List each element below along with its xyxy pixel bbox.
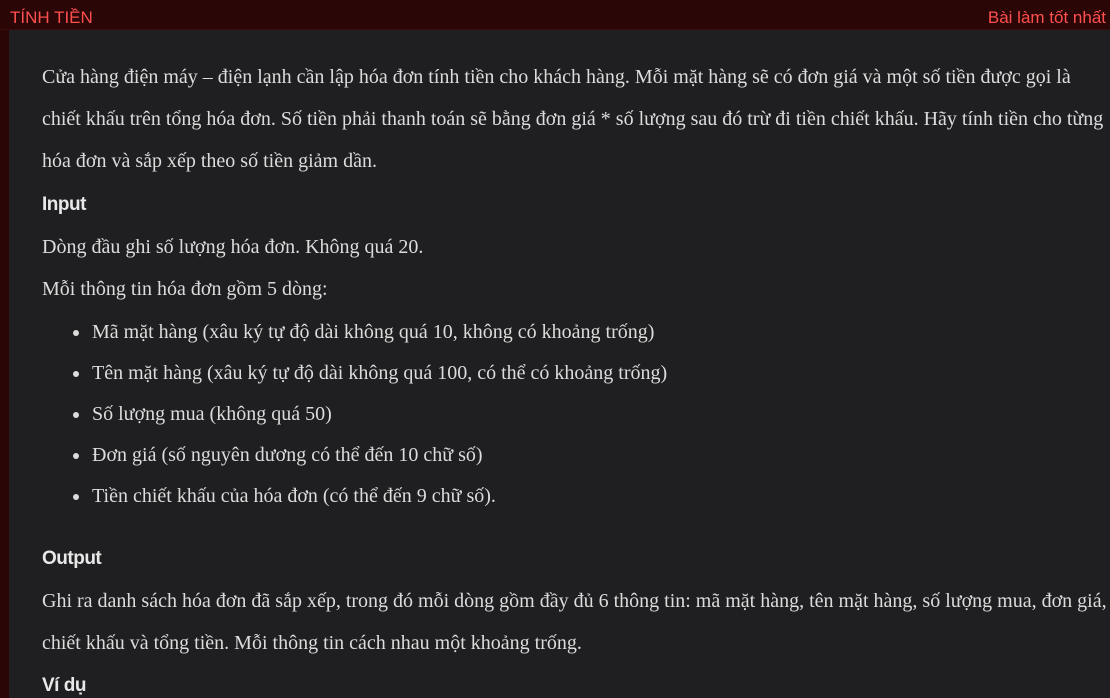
output-description: Ghi ra danh sách hóa đơn đã sắp xếp, tro…: [42, 590, 1107, 654]
input-line-count: Dòng đầu ghi số lượng hóa đơn. Không quá…: [42, 236, 424, 258]
example-heading: Ví dụ: [42, 675, 86, 696]
problem-description: Cửa hàng điện máy – điện lạnh cần lập hó…: [42, 66, 1104, 172]
output-heading: Output: [42, 548, 102, 569]
input-field-list: Mã mặt hàng (xâu ký tự độ dài không quá …: [42, 312, 667, 517]
input-heading: Input: [42, 194, 86, 215]
problem-title: TÍNH TIỀN: [10, 8, 93, 27]
list-item: Tiền chiết khấu của hóa đơn (có thể đến …: [42, 476, 667, 517]
list-item: Mã mặt hàng (xâu ký tự độ dài không quá …: [42, 312, 667, 353]
left-accent-strip: [0, 30, 9, 698]
problem-header-bar: TÍNH TIỀN Bài làm tốt nhất: [0, 0, 1110, 30]
input-line-format: Mỗi thông tin hóa đơn gồm 5 dòng:: [42, 278, 328, 300]
bullet-icon: [73, 494, 79, 500]
bullet-icon: [73, 330, 79, 336]
bullet-icon: [73, 412, 79, 418]
bullet-icon: [73, 453, 79, 459]
bullet-icon: [73, 371, 79, 377]
list-item: Số lượng mua (không quá 50): [42, 394, 667, 435]
problem-statement: Cửa hàng điện máy – điện lạnh cần lập hó…: [9, 30, 1110, 698]
best-submissions-link[interactable]: Bài làm tốt nhất: [988, 9, 1106, 26]
list-item: Đơn giá (số nguyên dương có thể đến 10 c…: [42, 435, 667, 476]
list-item: Tên mặt hàng (xâu ký tự độ dài không quá…: [42, 353, 667, 394]
